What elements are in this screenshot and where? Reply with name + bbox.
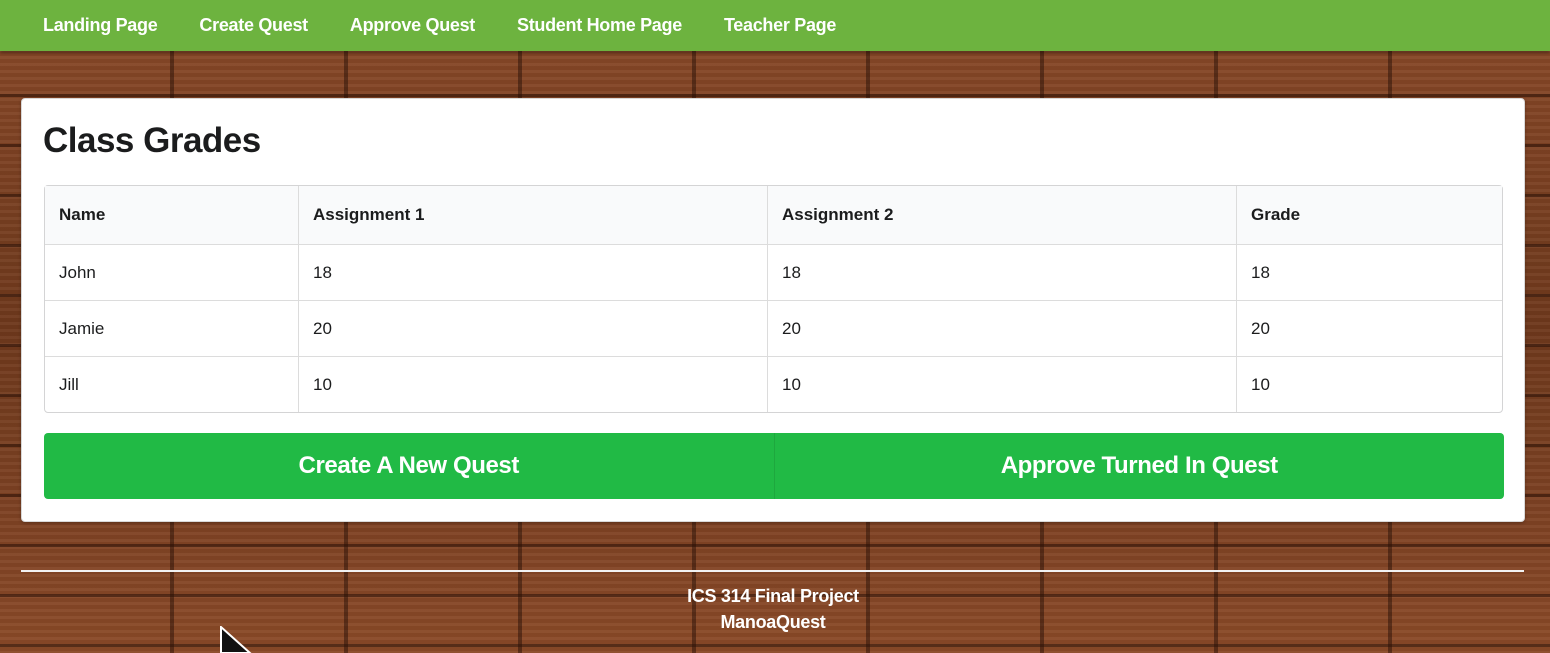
nav-link-student-home-page[interactable]: Student Home Page <box>517 0 682 51</box>
mouse-pointer-icon <box>220 626 252 653</box>
cell-name: Jill <box>45 357 299 412</box>
nav-link-approve-quest[interactable]: Approve Quest <box>350 0 475 51</box>
footer-divider <box>21 570 1524 572</box>
nav-link-teacher-page[interactable]: Teacher Page <box>724 0 836 51</box>
create-new-quest-button[interactable]: Create A New Quest <box>44 433 774 499</box>
cell-assignment-2: 20 <box>768 301 1237 357</box>
cell-grade: 10 <box>1251 374 1270 394</box>
grades-table: Name Assignment 1 Assignment 2 Grade Joh… <box>44 185 1503 413</box>
column-header-name: Name <box>45 186 299 245</box>
cell-grade: 18 <box>1237 245 1502 301</box>
nav-link-create-quest[interactable]: Create Quest <box>199 0 308 51</box>
top-navbar: Landing Page Create Quest Approve Quest … <box>0 0 1550 51</box>
cell-assignment-1: 18 <box>299 245 768 301</box>
nav-link-landing-page[interactable]: Landing Page <box>43 0 158 51</box>
cell-assignment-2: 18 <box>768 245 1237 301</box>
cell-assignment-1: 20 <box>299 301 768 357</box>
page-title: Class Grades <box>43 121 261 160</box>
footer-project-label: ICS 314 Final Project <box>687 586 859 606</box>
cell-name: John <box>45 245 299 301</box>
cell-assignment-1: 10 <box>299 357 768 412</box>
column-header-assignment-2: Assignment 2 <box>768 186 1237 245</box>
cell-assignment-2: 10 <box>768 357 1237 412</box>
class-grades-card: Class Grades Name Assignment 1 Assignmen… <box>21 98 1525 522</box>
column-header-grade: Grade <box>1237 186 1502 245</box>
table-row: Jamie 20 20 20 <box>45 301 1502 357</box>
quest-action-buttons: Create A New Quest Approve Turned In Que… <box>44 433 1504 499</box>
cell-grade: 20 <box>1237 301 1502 357</box>
table-header-row: Name Assignment 1 Assignment 2 Grade <box>45 186 1502 245</box>
cell-name: Jamie <box>45 301 299 357</box>
approve-turned-in-quest-button[interactable]: Approve Turned In Quest <box>773 433 1504 499</box>
column-header-assignment-1: Assignment 1 <box>299 186 768 245</box>
table-row: Jill 10 10 10 <box>45 357 1502 412</box>
table-row: John 18 18 18 <box>45 245 1502 301</box>
